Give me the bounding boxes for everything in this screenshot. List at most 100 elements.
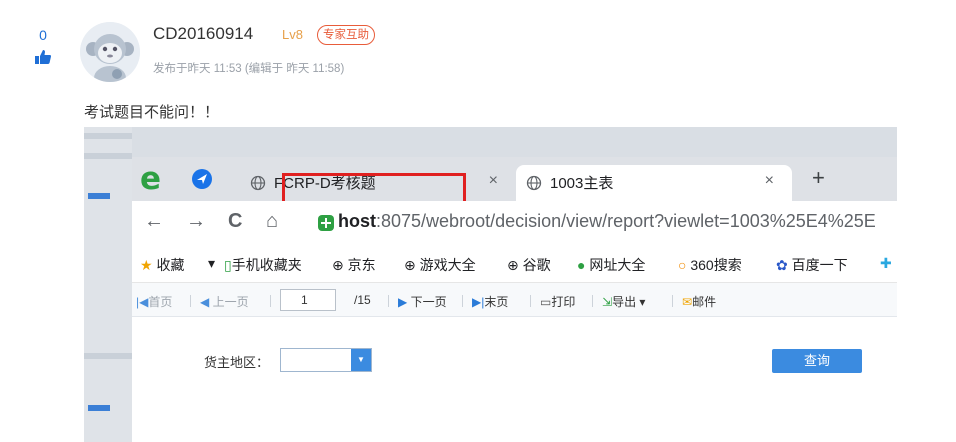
last-page-icon: ▶| (472, 295, 485, 309)
separator (388, 295, 389, 307)
report-content: 货主地区： ▼ 查询 (132, 317, 897, 442)
expert-badge: 专家互助 (317, 25, 375, 45)
username[interactable]: CD20160914 (153, 24, 253, 44)
browser-tab-bar: e FCRP-D考核题 × 1003主表 × + (132, 157, 897, 227)
bookmark-dropdown-icon[interactable]: ▾ (208, 255, 215, 272)
url-path: :8075/webroot/decision/view/report?viewl… (376, 211, 876, 231)
tab-title: 1003主表 (550, 175, 614, 192)
separator (270, 295, 271, 307)
total-pages: /15 (354, 293, 371, 307)
background-button (88, 193, 110, 199)
globe-icon: ⊕ (507, 257, 519, 273)
background-strip (84, 353, 132, 359)
print-button[interactable]: ▭打印 (540, 293, 575, 310)
printer-icon: ▭ (540, 295, 552, 309)
bookmark-label: 京东 (347, 257, 376, 273)
security-icon[interactable] (318, 215, 334, 231)
export-icon: ⇲ (602, 295, 613, 309)
phone-icon: ▯ (224, 257, 232, 273)
plus-circle-icon: ● (577, 257, 586, 273)
first-page-button[interactable]: |◀首页 (136, 293, 172, 310)
url-host: host (338, 211, 376, 231)
next-page-label: 下一页 (410, 295, 447, 309)
home-icon[interactable]: ⌂ (266, 210, 278, 233)
mail-icon: ✉ (682, 295, 693, 309)
bookmark-games[interactable]: ⊕ 游戏大全 (404, 255, 476, 275)
reload-icon[interactable]: C (228, 210, 242, 233)
mail-button[interactable]: ✉邮件 (682, 293, 716, 310)
bookmark-label: 手机收藏夹 (231, 257, 302, 273)
bookmark-google[interactable]: ⊕ 谷歌 (507, 255, 551, 275)
export-button[interactable]: ⇲导出 ▾ (602, 293, 645, 310)
bookmark-label: 百度一下 (791, 257, 848, 273)
bookmark-favorites[interactable]: ★ 收藏 (140, 255, 184, 275)
separator (672, 295, 673, 307)
globe-icon: ⊕ (404, 257, 416, 273)
star-icon: ★ (140, 257, 153, 273)
separator (592, 295, 593, 307)
mail-label: 邮件 (692, 295, 717, 309)
forward-icon[interactable]: → (186, 210, 206, 233)
report-toolbar: |◀首页 ◀ 上一页 1 /15 ▶ 下一页 ▶|末页 ▭打印 ⇲导出 ▾ ✉邮… (132, 283, 897, 317)
globe-icon: ⊕ (332, 257, 344, 273)
close-icon[interactable]: × (489, 172, 498, 190)
last-page-label: 末页 (484, 295, 509, 309)
first-page-label: 首页 (148, 295, 173, 309)
paw-icon: ✿ (776, 257, 788, 273)
bookmark-360[interactable]: ○ 360搜索 (678, 255, 742, 275)
vote-count: 0 (39, 27, 47, 43)
extension-icon[interactable]: ✚ (880, 255, 892, 272)
background-strip (84, 133, 132, 139)
bookmark-mobile[interactable]: ▯手机收藏夹 (224, 255, 302, 275)
region-select[interactable]: ▼ (280, 348, 372, 372)
separator (530, 295, 531, 307)
background-window (84, 127, 132, 442)
address-bar-row: ← → C ⌂ host:8075/webroot/decision/view/… (132, 201, 897, 243)
attached-screenshot[interactable]: e FCRP-D考核题 × 1003主表 × + ← → C ⌂ host:80… (84, 127, 897, 442)
vote-box: 0 (28, 26, 58, 64)
next-page-button[interactable]: ▶ 下一页 (398, 293, 447, 310)
bookmark-baidu[interactable]: ✿ 百度一下 (776, 255, 848, 275)
prev-page-button[interactable]: ◀ 上一页 (200, 293, 249, 310)
page-number-input[interactable]: 1 (280, 289, 336, 311)
url-input[interactable]: host:8075/webroot/decision/view/report?v… (338, 211, 876, 232)
background-strip (84, 153, 132, 159)
thumbs-up-icon[interactable] (35, 50, 51, 64)
browser-logo-icon: e (140, 161, 162, 197)
bookmark-label: 网址大全 (589, 257, 646, 273)
chevron-down-icon[interactable]: ▼ (351, 349, 371, 371)
bookmark-label: 游戏大全 (419, 257, 476, 273)
bookmark-label: 谷歌 (522, 257, 551, 273)
region-label: 货主地区： (204, 355, 270, 370)
globe-icon (250, 175, 266, 191)
new-tab-button[interactable]: + (812, 165, 825, 191)
next-page-icon: ▶ (398, 295, 408, 309)
separator (462, 295, 463, 307)
separator (190, 295, 191, 307)
globe-icon (526, 175, 542, 191)
close-icon[interactable]: × (765, 172, 774, 190)
prev-page-icon: ◀ (200, 295, 210, 309)
bookmark-url-guide[interactable]: ● 网址大全 (577, 255, 645, 275)
post-body-text: 考试题目不能问！！ (84, 104, 220, 121)
ring-icon: ○ (678, 257, 687, 273)
tab-1003[interactable]: 1003主表 × (516, 165, 792, 201)
prev-page-label: 上一页 (212, 295, 249, 309)
bookmark-label: 360搜索 (690, 257, 742, 273)
avatar[interactable] (80, 22, 140, 82)
query-button[interactable]: 查询 (772, 349, 862, 373)
user-level: Lv8 (282, 27, 303, 42)
back-icon[interactable]: ← (144, 210, 164, 233)
background-window-strip (132, 127, 897, 157)
print-label: 打印 (551, 295, 576, 309)
bookmarks-bar: ★ 收藏 ▾ ▯手机收藏夹 ⊕ 京东 ⊕ 游戏大全 ⊕ 谷歌 ● 网址大全 ○ … (132, 243, 897, 283)
export-label: 导出 ▾ (612, 295, 646, 309)
monkey-avatar-icon (80, 22, 140, 82)
navigation-icon[interactable] (192, 169, 212, 189)
last-page-button[interactable]: ▶|末页 (472, 293, 508, 310)
bookmark-label: 收藏 (156, 257, 185, 273)
first-page-icon: |◀ (136, 295, 149, 309)
bookmark-jd[interactable]: ⊕ 京东 (332, 255, 376, 275)
post-meta: 发布于昨天 11:53 (编辑于 昨天 11:58) (153, 63, 345, 75)
background-button (88, 405, 110, 411)
